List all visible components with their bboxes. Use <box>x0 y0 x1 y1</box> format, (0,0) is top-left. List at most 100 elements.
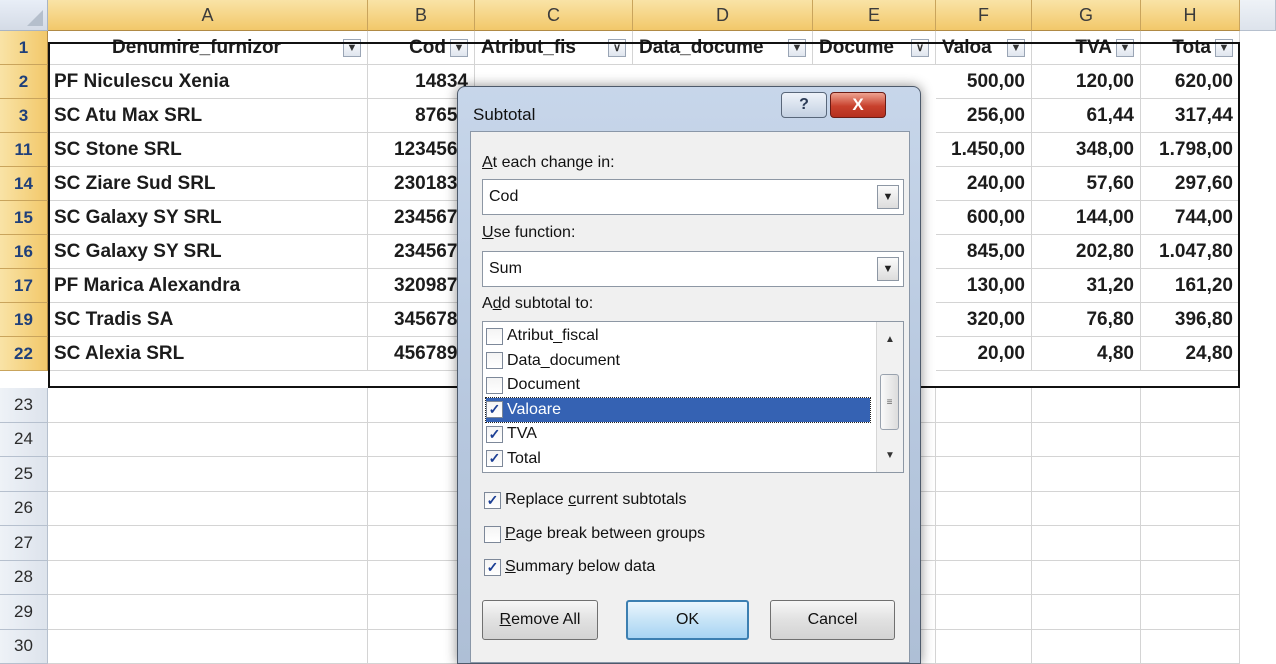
supplier-name-cell[interactable]: SC Galaxy SY SRL <box>48 235 368 269</box>
empty-cell[interactable] <box>936 422 1032 457</box>
row-header[interactable]: 15 <box>0 201 48 235</box>
vat-cell[interactable]: 348,00 <box>1032 133 1141 167</box>
vat-cell[interactable]: 31,20 <box>1032 269 1141 303</box>
empty-cell[interactable] <box>48 629 368 664</box>
use-function-select[interactable]: Sum ▼ <box>482 251 904 287</box>
value-cell[interactable]: 20,00 <box>936 337 1032 371</box>
page-break-checkbox[interactable] <box>484 525 501 543</box>
total-cell[interactable]: 24,80 <box>1141 337 1240 371</box>
row-header[interactable]: 26 <box>0 491 48 526</box>
total-cell[interactable]: 1.798,00 <box>1141 133 1240 167</box>
vat-cell[interactable]: 120,00 <box>1032 65 1141 99</box>
empty-cell[interactable] <box>936 526 1032 561</box>
filter-dropdown-icon[interactable]: ▼ <box>1215 38 1233 57</box>
empty-cell[interactable] <box>48 422 368 457</box>
total-cell[interactable]: 161,20 <box>1141 269 1240 303</box>
total-cell[interactable]: 396,80 <box>1141 303 1240 337</box>
empty-cell[interactable] <box>936 491 1032 526</box>
row-header[interactable]: 23 <box>0 388 48 423</box>
column-header-d[interactable]: D <box>633 0 813 31</box>
row-header[interactable]: 27 <box>0 526 48 561</box>
row-header[interactable]: 17 <box>0 269 48 303</box>
row-header[interactable]: 29 <box>0 595 48 630</box>
vat-cell[interactable]: 4,80 <box>1032 337 1141 371</box>
total-cell[interactable]: 620,00 <box>1141 65 1240 99</box>
value-cell[interactable]: 130,00 <box>936 269 1032 303</box>
filter-dropdown-icon[interactable]: ▼ <box>788 38 806 57</box>
total-cell[interactable]: 744,00 <box>1141 201 1240 235</box>
checkbox-checked-icon[interactable]: ✓ <box>486 401 503 418</box>
empty-cell[interactable] <box>1141 595 1240 630</box>
row-header[interactable]: 24 <box>0 422 48 457</box>
empty-cell[interactable] <box>1141 457 1240 492</box>
empty-cell[interactable] <box>936 595 1032 630</box>
summary-below-checkbox[interactable]: ✓ <box>484 558 501 576</box>
empty-cell[interactable] <box>1141 526 1240 561</box>
empty-cell[interactable] <box>48 560 368 595</box>
empty-cell[interactable] <box>936 629 1032 664</box>
cancel-button[interactable]: Cancel <box>770 600 895 640</box>
subtotal-field-item[interactable]: Data_document <box>486 349 870 373</box>
value-cell[interactable]: 500,00 <box>936 65 1032 99</box>
column-header-g[interactable]: G <box>1032 0 1141 31</box>
row-header[interactable]: 28 <box>0 560 48 595</box>
supplier-name-cell[interactable]: SC Stone SRL <box>48 133 368 167</box>
vat-cell[interactable]: 144,00 <box>1032 201 1141 235</box>
row-header[interactable]: 2 <box>0 65 48 99</box>
row-header[interactable]: 30 <box>0 629 48 664</box>
row-header[interactable]: 3 <box>0 99 48 133</box>
filter-dropdown-icon[interactable]: ▼ <box>1007 38 1025 57</box>
supplier-name-cell[interactable]: SC Galaxy SY SRL <box>48 201 368 235</box>
empty-cell[interactable] <box>48 388 368 423</box>
value-cell[interactable]: 320,00 <box>936 303 1032 337</box>
subtotal-field-item[interactable]: ✓ Total <box>486 447 870 471</box>
vat-cell[interactable]: 57,60 <box>1032 167 1141 201</box>
empty-cell[interactable] <box>1032 560 1141 595</box>
empty-cell[interactable] <box>1141 491 1240 526</box>
filter-dropdown-icon[interactable]: ▼ <box>343 38 361 57</box>
column-header-e[interactable]: E <box>813 0 936 31</box>
empty-cell[interactable] <box>1141 388 1240 423</box>
column-header-a[interactable]: A <box>48 0 368 31</box>
value-cell[interactable]: 845,00 <box>936 235 1032 269</box>
supplier-name-cell[interactable]: SC Alexia SRL <box>48 337 368 371</box>
empty-cell[interactable] <box>48 526 368 561</box>
at-each-change-select[interactable]: Cod ▼ <box>482 179 904 215</box>
empty-cell[interactable] <box>1032 595 1141 630</box>
supplier-name-cell[interactable]: SC Tradis SA <box>48 303 368 337</box>
empty-cell[interactable] <box>1032 526 1141 561</box>
vat-cell[interactable]: 61,44 <box>1032 99 1141 133</box>
column-header-h[interactable]: H <box>1141 0 1240 31</box>
row-header[interactable]: 25 <box>0 457 48 492</box>
close-button[interactable]: X <box>830 92 886 118</box>
total-cell[interactable]: 317,44 <box>1141 99 1240 133</box>
empty-cell[interactable] <box>936 560 1032 595</box>
supplier-name-cell[interactable]: SC Ziare Sud SRL <box>48 167 368 201</box>
summary-below-option[interactable]: ✓ Summary below data <box>484 558 655 576</box>
value-cell[interactable]: 240,00 <box>936 167 1032 201</box>
subtotal-field-item[interactable]: ✓ TVA <box>486 422 870 446</box>
row-header[interactable]: 14 <box>0 167 48 201</box>
empty-cell[interactable] <box>1032 457 1141 492</box>
replace-subtotals-option[interactable]: ✓ Replace current subtotals <box>484 491 686 509</box>
help-button[interactable]: ? <box>781 92 827 118</box>
select-all-corner[interactable] <box>0 0 48 31</box>
row-header[interactable]: 16 <box>0 235 48 269</box>
row-header[interactable]: 19 <box>0 303 48 337</box>
row-header[interactable]: 22 <box>0 337 48 371</box>
empty-cell[interactable] <box>48 491 368 526</box>
empty-cell[interactable] <box>936 388 1032 423</box>
empty-cell[interactable] <box>1141 560 1240 595</box>
remove-all-button[interactable]: Remove All <box>482 600 598 640</box>
total-cell[interactable]: 1.047,80 <box>1141 235 1240 269</box>
list-scrollbar[interactable]: ▲ ≡ ▼ <box>876 322 903 472</box>
supplier-name-cell[interactable]: PF Marica Alexandra <box>48 269 368 303</box>
scroll-up-icon[interactable]: ▲ <box>881 330 899 348</box>
value-cell[interactable]: 256,00 <box>936 99 1032 133</box>
filter-active-icon[interactable]: ⊽ <box>911 38 929 57</box>
replace-subtotals-checkbox[interactable]: ✓ <box>484 491 501 509</box>
checkbox-unchecked-icon[interactable] <box>486 376 503 394</box>
filter-active-icon[interactable]: ⊽ <box>608 38 626 57</box>
row-header[interactable]: 11 <box>0 133 48 167</box>
subtotal-field-item[interactable]: Document <box>486 373 870 397</box>
